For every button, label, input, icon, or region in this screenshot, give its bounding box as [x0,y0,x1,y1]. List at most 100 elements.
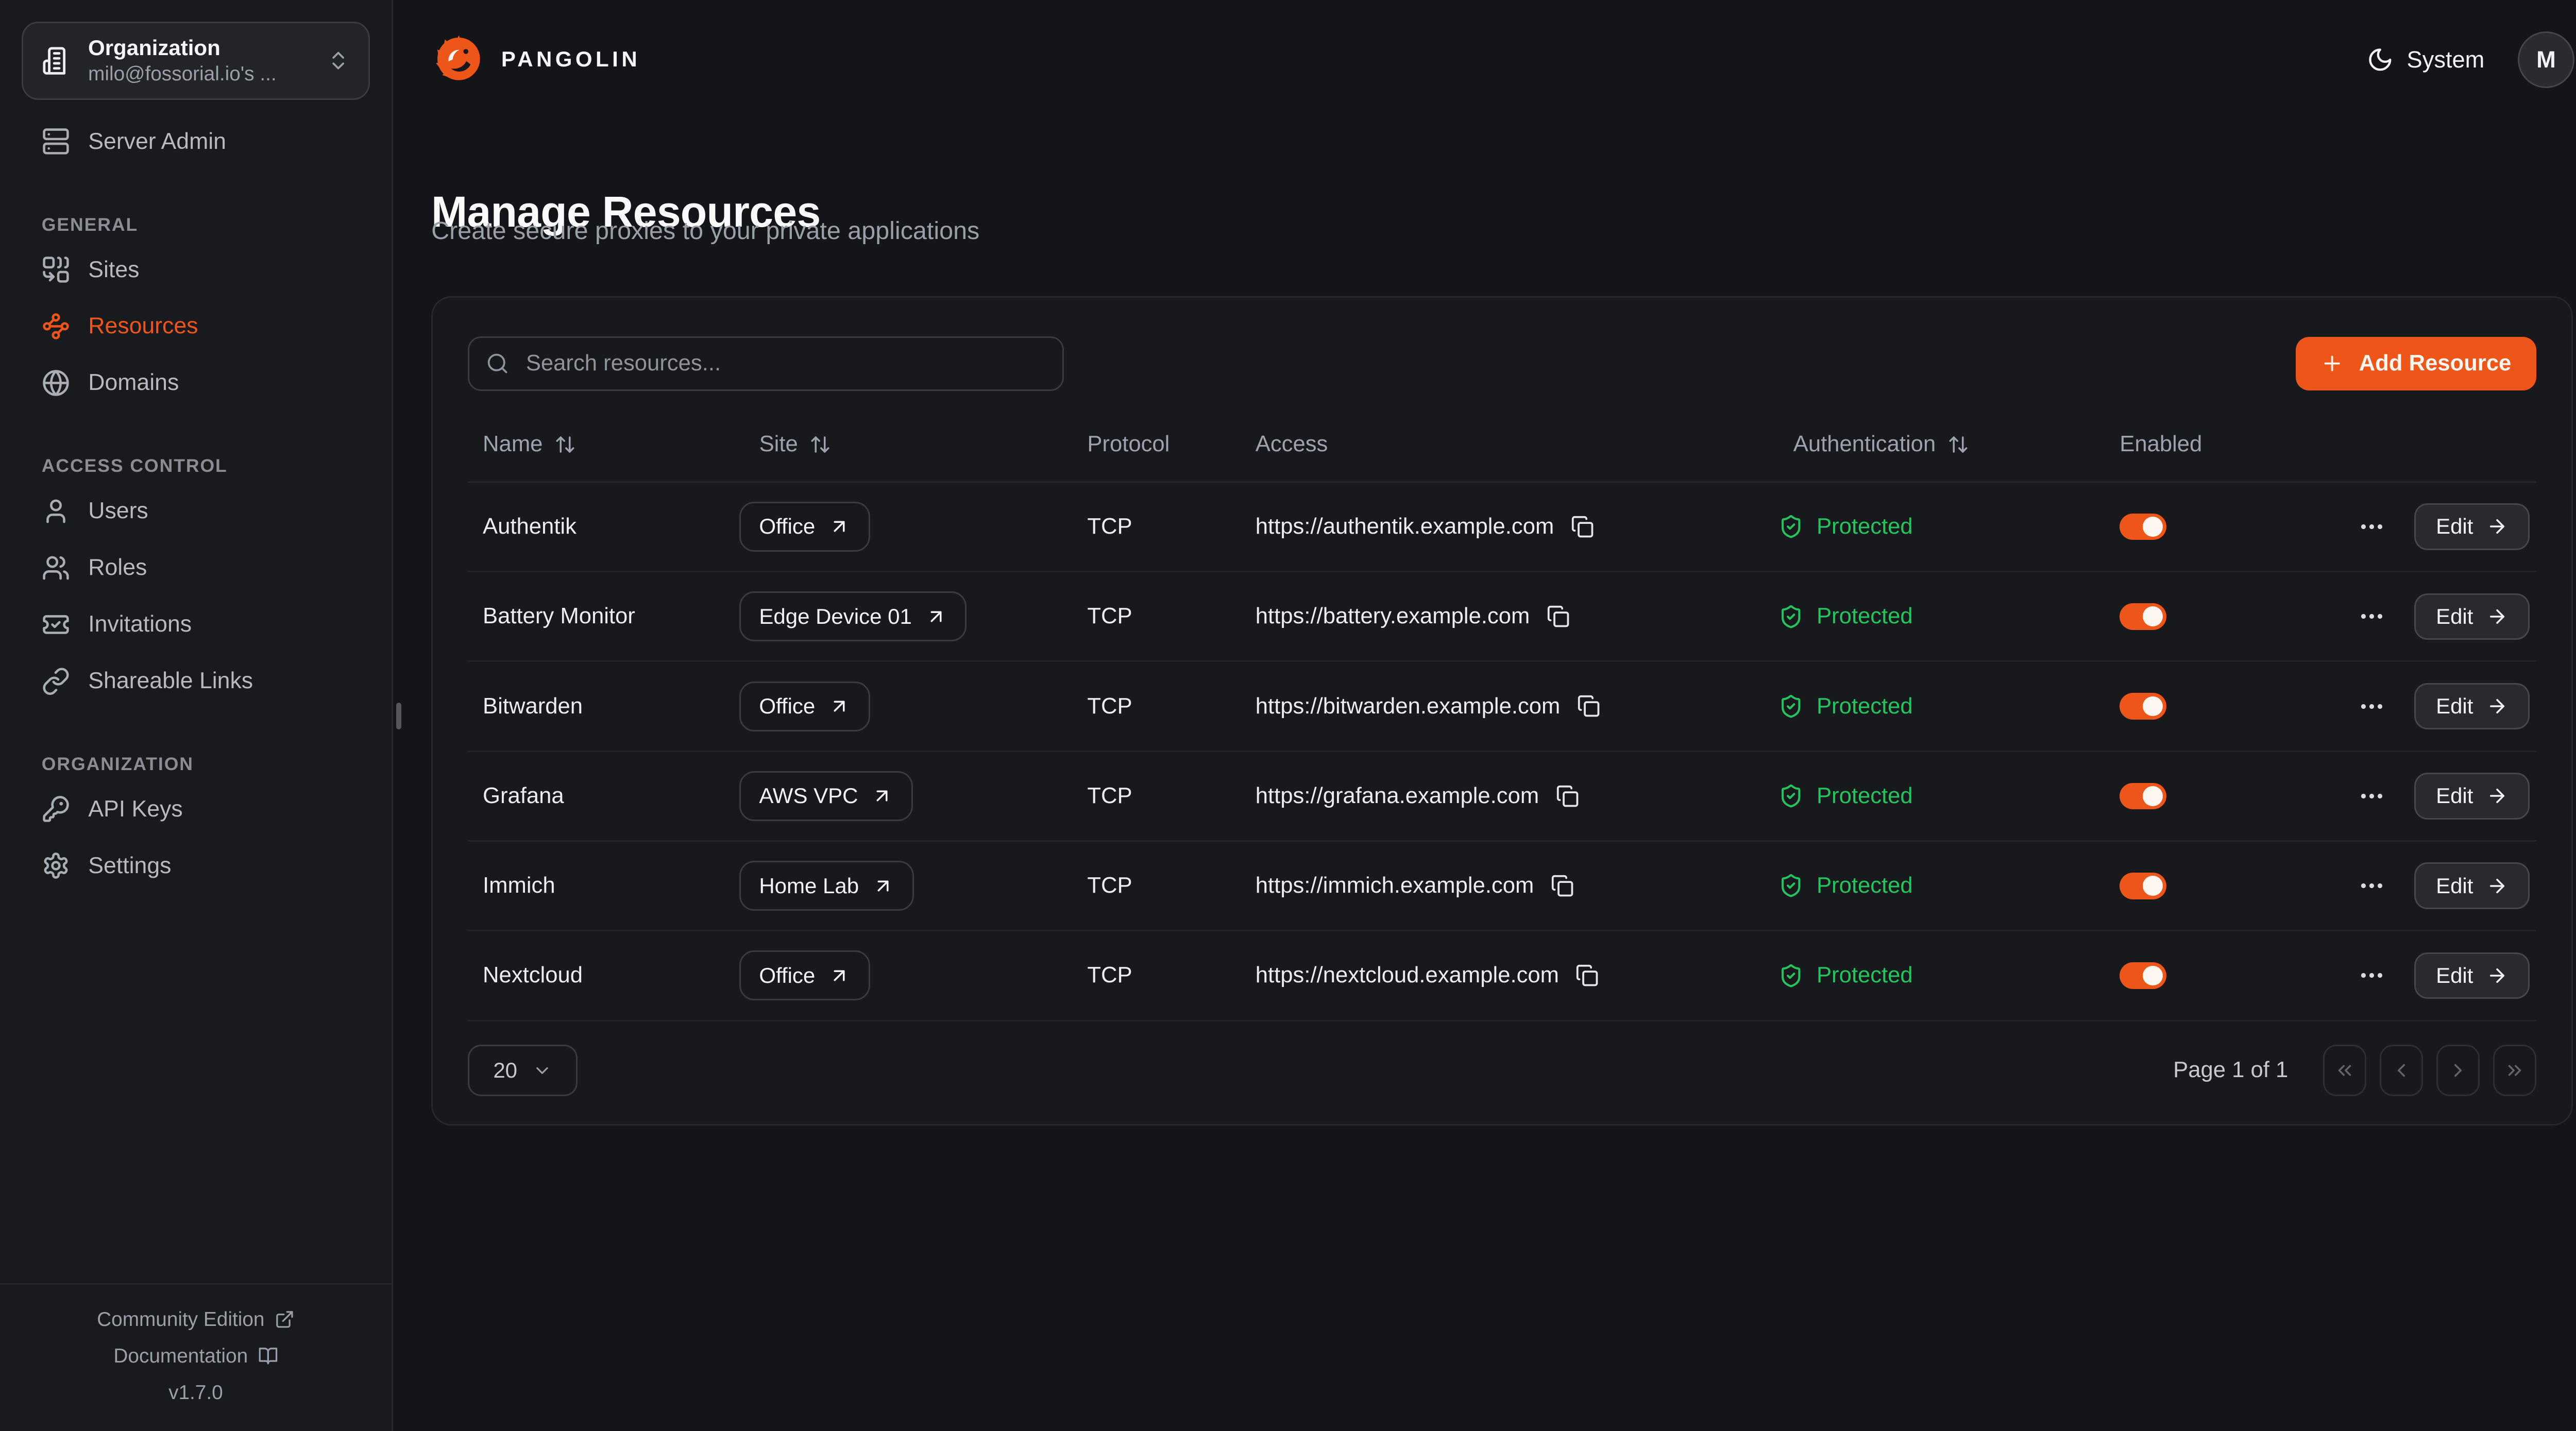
footer-link-community-edition[interactable]: Community Edition [0,1301,392,1338]
sidebar-footer: Community Edition Documentation v1.7.0 [0,1283,392,1431]
sidebar-item-sites[interactable]: Sites [22,242,370,298]
sidebar-item-users[interactable]: Users [22,483,370,539]
arrow-right-icon [2486,785,2508,807]
pagination-button[interactable] [2380,1045,2423,1096]
edit-button[interactable]: Edit [2414,862,2530,909]
row-menu-button[interactable] [2358,602,2386,631]
edit-button[interactable]: Edit [2414,683,2530,729]
row-menu-button[interactable] [2358,872,2386,900]
protocol-cell: TCP [1087,783,1255,809]
sidebar-item-roles[interactable]: Roles [22,539,370,596]
row-menu-button[interactable] [2358,961,2386,990]
edit-button-label: Edit [2436,604,2473,629]
column-header-name[interactable]: Name [468,432,739,457]
theme-toggle-label: System [2407,46,2485,73]
users-icon [42,554,70,582]
avatar[interactable]: M [2518,31,2574,88]
sidebar-item-settings[interactable]: Settings [22,838,370,894]
site-link-button[interactable]: AWS VPC [739,771,913,821]
edit-button[interactable]: Edit [2414,503,2530,550]
enabled-toggle[interactable] [2120,603,2166,630]
footer-link-documentation[interactable]: Documentation [0,1338,392,1374]
enabled-toggle[interactable] [2120,693,2166,720]
key-icon [42,795,70,823]
pagination-button[interactable] [2436,1045,2480,1096]
auth-status-label: Protected [1817,604,1913,629]
sidebar-item-label: Roles [88,555,147,581]
column-header-access[interactable]: Access [1256,432,1778,457]
edit-button[interactable]: Edit [2414,593,2530,640]
arrow-up-right-icon [828,516,850,537]
access-url: https://authentik.example.com [1256,514,1554,539]
copy-url-button[interactable] [1571,515,1594,538]
sidebar-item-invitations[interactable]: Invitations [22,596,370,653]
enabled-toggle[interactable] [2120,962,2166,989]
chevrons-right-icon [2504,1060,2526,1081]
edit-button-label: Edit [2436,963,2473,988]
enabled-toggle[interactable] [2120,514,2166,540]
resources-card: Add Resource Name Site Protocol [431,296,2573,1126]
sidebar-item-shareable-links[interactable]: Shareable Links [22,653,370,709]
site-link-label: Home Lab [759,874,859,898]
column-header-label: Enabled [2120,432,2202,457]
auth-status-label: Protected [1817,873,1913,898]
copy-url-button[interactable] [1551,874,1574,897]
theme-toggle[interactable]: System [2367,46,2484,73]
add-resource-button[interactable]: Add Resource [2296,337,2536,390]
access-url: https://immich.example.com [1256,873,1534,898]
sidebar-item-api-keys[interactable]: API Keys [22,781,370,838]
sidebar-scrollbar-thumb[interactable] [396,703,401,729]
table-body: Authentik Office TCP https://authentik.e… [468,483,2536,1021]
sidebar-item-server-admin[interactable]: Server Admin [22,113,370,170]
search-input[interactable] [522,349,1045,378]
table-row: Immich Home Lab TCP https://immich.examp… [468,842,2536,931]
enabled-toggle[interactable] [2120,873,2166,899]
column-header-authentication[interactable]: Authentication [1778,432,2120,457]
site-link-button[interactable]: Office [739,502,870,552]
column-header-protocol[interactable]: Protocol [1087,432,1255,457]
column-header-label: Protocol [1087,432,1170,457]
row-menu-button[interactable] [2358,513,2386,541]
auth-status: Protected [1778,783,2120,809]
sidebar-item-domains[interactable]: Domains [22,354,370,411]
arrow-up-down-icon [1947,434,1969,455]
resource-name-cell: Grafana [468,783,739,809]
column-header-site[interactable]: Site [739,432,1088,457]
copy-url-button[interactable] [1575,964,1599,987]
pagination-button[interactable] [2323,1045,2366,1096]
edit-button-label: Edit [2436,514,2473,539]
pagination-button[interactable] [2493,1045,2536,1096]
version-label: v1.7.0 [0,1374,392,1411]
column-header-label: Authentication [1793,432,1936,457]
org-selector[interactable]: Organization milo@fossorial.io's ... [22,22,370,100]
arrow-up-right-icon [828,965,850,986]
copy-url-button[interactable] [1547,605,1570,628]
site-link-button[interactable]: Office [739,950,870,1000]
copy-url-button[interactable] [1577,694,1600,718]
edit-button[interactable]: Edit [2414,773,2530,819]
arrow-right-icon [2486,965,2508,986]
site-link-button[interactable]: Office [739,682,870,731]
resource-name-cell: Battery Monitor [468,604,739,629]
edit-button[interactable]: Edit [2414,952,2530,999]
access-url: https://grafana.example.com [1256,783,1539,809]
site-link-label: Office [759,514,815,539]
sidebar-item-resources[interactable]: Resources [22,298,370,355]
access-url: https://nextcloud.example.com [1256,963,1559,988]
page-size-select[interactable]: 20 [468,1045,578,1096]
access-url: https://battery.example.com [1256,604,1530,629]
building-icon [42,46,72,76]
brand: PANGOLIN [431,31,640,87]
enabled-toggle[interactable] [2120,783,2166,810]
site-link-button[interactable]: Home Lab [739,861,914,911]
copy-url-button[interactable] [1556,785,1579,808]
column-header-enabled[interactable]: Enabled [2120,432,2358,457]
arrow-right-icon [2486,516,2508,537]
user-icon [42,497,70,525]
row-menu-button[interactable] [2358,692,2386,721]
sidebar-section-label: GENERAL [22,208,370,242]
footer-link-label: Community Edition [97,1308,264,1331]
arrow-right-icon [2486,875,2508,897]
row-menu-button[interactable] [2358,782,2386,810]
site-link-button[interactable]: Edge Device 01 [739,591,967,641]
